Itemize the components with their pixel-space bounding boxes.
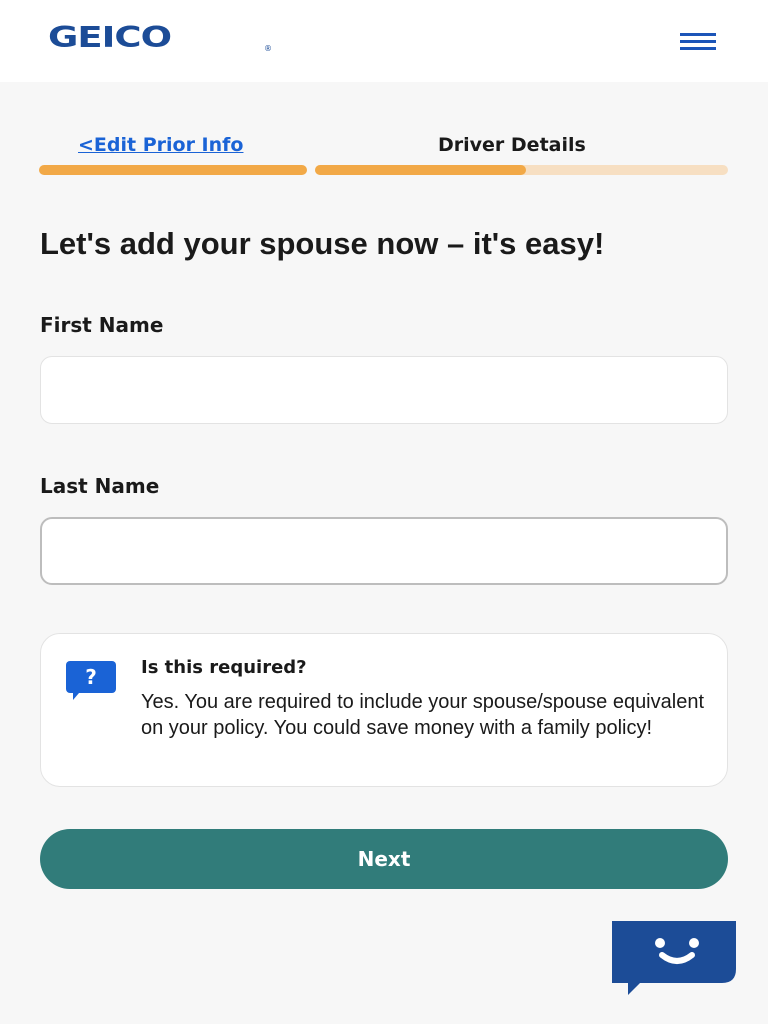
first-name-input[interactable] bbox=[40, 356, 728, 424]
edit-prior-info-link[interactable]: <Edit Prior Info bbox=[78, 134, 243, 156]
question-bubble-icon: ? bbox=[66, 661, 116, 700]
last-name-input[interactable] bbox=[40, 517, 728, 585]
info-text: Yes. You are required to include your sp… bbox=[141, 691, 704, 739]
info-title: Is this required? bbox=[141, 657, 307, 678]
info-box: ? Is this required? Yes. You are require… bbox=[40, 633, 728, 787]
menu-line bbox=[680, 33, 716, 36]
hamburger-menu-icon[interactable] bbox=[678, 30, 718, 54]
progress-bar-step-1 bbox=[39, 165, 307, 175]
first-name-label: First Name bbox=[40, 313, 164, 337]
top-bar: GEICO ® bbox=[0, 0, 768, 82]
geico-logo[interactable]: GEICO bbox=[48, 22, 172, 53]
registered-mark: ® bbox=[264, 44, 272, 53]
next-button[interactable]: Next bbox=[40, 829, 728, 889]
chat-bot-icon[interactable] bbox=[612, 921, 736, 995]
page-heading: Let's add your spouse now – it's easy! bbox=[40, 226, 605, 261]
menu-line bbox=[680, 40, 716, 43]
progress-bar-step-2-fill bbox=[315, 165, 526, 175]
last-name-label: Last Name bbox=[40, 474, 160, 498]
step-title: Driver Details bbox=[438, 134, 586, 156]
menu-line bbox=[680, 47, 716, 50]
